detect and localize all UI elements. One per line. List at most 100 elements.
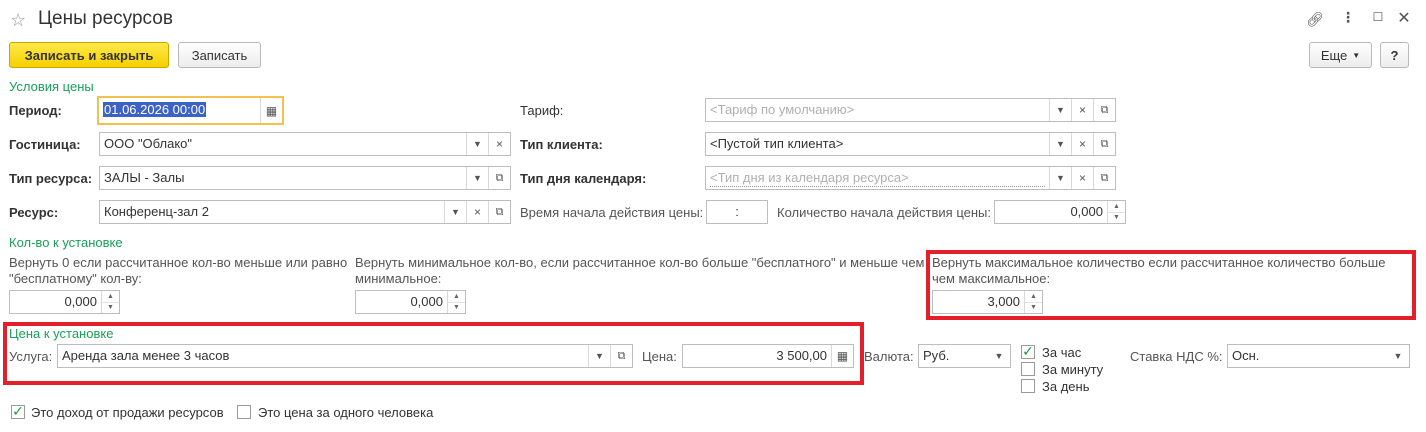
spin-up-icon[interactable]: ▲ bbox=[1025, 291, 1042, 302]
period-label: Период: bbox=[9, 103, 62, 118]
hotel-value: ООО "Облако" bbox=[104, 136, 193, 151]
resource-dropdown-icon[interactable]: ▼ bbox=[444, 201, 466, 223]
spin-down-icon[interactable]: ▼ bbox=[448, 301, 465, 314]
currency-dropdown-icon[interactable]: ▼ bbox=[988, 345, 1010, 367]
per-minute-label: За минуту bbox=[1042, 362, 1104, 377]
resource-clear-icon[interactable]: × bbox=[466, 201, 488, 223]
resource-type-field[interactable]: ЗАЛЫ - Залы ▼ ⧉ bbox=[99, 166, 511, 190]
page-title: Цены ресурсов bbox=[38, 8, 173, 29]
client-type-label: Тип клиента: bbox=[520, 137, 603, 152]
max-qty-spinner[interactable]: ▲ ▼ bbox=[1024, 291, 1042, 313]
currency-field[interactable]: Руб. ▼ bbox=[918, 344, 1011, 368]
service-dropdown-icon[interactable]: ▼ bbox=[588, 345, 610, 367]
calendar-day-type-label: Тип дня календаря: bbox=[520, 171, 647, 186]
zero-qty-spinner[interactable]: ▲ ▼ bbox=[101, 291, 119, 313]
resource-label: Ресурс: bbox=[9, 205, 59, 220]
service-label: Услуга: bbox=[9, 349, 53, 364]
currency-value: Руб. bbox=[923, 348, 950, 363]
start-qty-spinner[interactable]: ▲ ▼ bbox=[1107, 201, 1125, 223]
resource-type-label: Тип ресурса: bbox=[9, 171, 93, 186]
period-field[interactable]: 01.06.2026 00:00 ▦ bbox=[97, 96, 284, 125]
client-type-value: <Пустой тип клиента> bbox=[710, 136, 844, 151]
hotel-field[interactable]: ООО "Облако" ▼ × bbox=[99, 132, 511, 156]
spin-down-icon[interactable]: ▼ bbox=[1025, 301, 1042, 314]
more-button[interactable]: Еще ▼ bbox=[1309, 42, 1372, 68]
close-icon[interactable]: ✕ bbox=[1396, 8, 1412, 28]
favorite-star-icon[interactable]: ☆ bbox=[10, 10, 26, 31]
start-qty-value: 0,000 bbox=[1070, 204, 1103, 219]
link-icon[interactable]: 🔗︎ bbox=[1306, 11, 1324, 28]
save-and-close-label: Записать и закрыть bbox=[24, 47, 154, 63]
per-person-checkbox[interactable] bbox=[237, 405, 251, 419]
client-type-open-icon[interactable]: ⧉ bbox=[1093, 133, 1115, 155]
client-type-field[interactable]: <Пустой тип клиента> ▼ × ⧉ bbox=[705, 132, 1116, 156]
resource-value: Конференц-зал 2 bbox=[104, 204, 209, 219]
spin-down-icon[interactable]: ▼ bbox=[102, 301, 119, 314]
start-qty-field[interactable]: 0,000 ▲ ▼ bbox=[994, 200, 1126, 224]
tariff-open-icon[interactable]: ⧉ bbox=[1093, 99, 1115, 121]
checkmark-icon: ✓ bbox=[12, 402, 24, 419]
per-day-checkbox[interactable] bbox=[1021, 379, 1035, 393]
spin-up-icon[interactable]: ▲ bbox=[1108, 201, 1125, 212]
per-person-label: Это цена за одного человека bbox=[258, 405, 434, 420]
hotel-dropdown-icon[interactable]: ▼ bbox=[466, 133, 488, 155]
client-type-clear-icon[interactable]: × bbox=[1071, 133, 1093, 155]
calendar-day-type-dropdown-icon[interactable]: ▼ bbox=[1049, 167, 1071, 189]
spin-up-icon[interactable]: ▲ bbox=[102, 291, 119, 302]
min-qty-label: Вернуть минимальное кол-во, если рассчит… bbox=[355, 255, 925, 286]
per-minute-checkbox[interactable] bbox=[1021, 362, 1035, 376]
tariff-dropdown-icon[interactable]: ▼ bbox=[1049, 99, 1071, 121]
currency-label: Валюта: bbox=[864, 349, 914, 364]
tariff-clear-icon[interactable]: × bbox=[1071, 99, 1093, 121]
price-label: Цена: bbox=[642, 349, 677, 364]
calendar-day-type-placeholder: <Тип дня из календаря ресурса> bbox=[710, 170, 1045, 187]
zero-qty-field[interactable]: 0,000 ▲ ▼ bbox=[9, 290, 120, 314]
hotel-clear-icon[interactable]: × bbox=[488, 133, 510, 155]
resource-income-label: Это доход от продажи ресурсов bbox=[31, 405, 224, 420]
max-qty-value: 3,000 bbox=[987, 294, 1020, 309]
per-day-label: За день bbox=[1042, 379, 1090, 394]
maximize-icon[interactable]: ☐ bbox=[1370, 10, 1386, 24]
start-qty-label: Количество начала действия цены: bbox=[777, 205, 991, 220]
chevron-down-icon: ▼ bbox=[1352, 50, 1361, 60]
service-field[interactable]: Аренда зала менее 3 часов ▼ ⧉ bbox=[57, 344, 633, 368]
resource-field[interactable]: Конференц-зал 2 ▼ × ⧉ bbox=[99, 200, 511, 224]
save-button[interactable]: Записать bbox=[178, 42, 261, 68]
calendar-day-type-field[interactable]: <Тип дня из календаря ресурса> ▼ × ⧉ bbox=[705, 166, 1116, 190]
spin-down-icon[interactable]: ▼ bbox=[1108, 211, 1125, 224]
client-type-dropdown-icon[interactable]: ▼ bbox=[1049, 133, 1071, 155]
help-button[interactable]: ? bbox=[1380, 42, 1409, 68]
start-time-field[interactable]: : bbox=[706, 200, 768, 224]
hotel-label: Гостиница: bbox=[9, 137, 81, 152]
spin-up-icon[interactable]: ▲ bbox=[448, 291, 465, 302]
price-setup-group-title: Цена к установке bbox=[9, 326, 114, 341]
resource-income-checkbox[interactable]: ✓ bbox=[11, 402, 25, 419]
vat-dropdown-icon[interactable]: ▼ bbox=[1387, 345, 1409, 367]
price-field[interactable]: 3 500,00 ▦ bbox=[682, 344, 854, 368]
resource-type-value: ЗАЛЫ - Залы bbox=[104, 170, 185, 185]
per-hour-label: За час bbox=[1042, 345, 1082, 360]
max-qty-label: Вернуть максимальное количество если рас… bbox=[932, 255, 1386, 286]
more-menu-icon[interactable]: ⋮ bbox=[1340, 9, 1356, 26]
resource-type-open-icon[interactable]: ⧉ bbox=[488, 167, 510, 189]
calculator-icon[interactable]: ▦ bbox=[831, 345, 853, 367]
tariff-field[interactable]: <Тариф по умолчанию> ▼ × ⧉ bbox=[705, 98, 1116, 122]
service-open-icon[interactable]: ⧉ bbox=[610, 345, 632, 367]
zero-qty-label: Вернуть 0 если рассчитанное кол-во меньш… bbox=[9, 255, 348, 286]
calendar-icon[interactable]: ▦ bbox=[260, 98, 282, 123]
resource-type-dropdown-icon[interactable]: ▼ bbox=[466, 167, 488, 189]
per-hour-checkbox[interactable]: ✓ bbox=[1021, 344, 1035, 359]
service-value: Аренда зала менее 3 часов bbox=[62, 348, 230, 363]
more-label: Еще bbox=[1320, 47, 1348, 63]
min-qty-field[interactable]: 0,000 ▲ ▼ bbox=[355, 290, 466, 314]
calendar-day-type-clear-icon[interactable]: × bbox=[1071, 167, 1093, 189]
calendar-day-type-open-icon[interactable]: ⧉ bbox=[1093, 167, 1115, 189]
vat-value: Осн. bbox=[1232, 348, 1260, 363]
vat-field[interactable]: Осн. ▼ bbox=[1227, 344, 1410, 368]
resource-open-icon[interactable]: ⧉ bbox=[488, 201, 510, 223]
tariff-label: Тариф: bbox=[520, 103, 564, 118]
start-time-label: Время начала действия цены: bbox=[520, 205, 704, 220]
min-qty-spinner[interactable]: ▲ ▼ bbox=[447, 291, 465, 313]
max-qty-field[interactable]: 3,000 ▲ ▼ bbox=[932, 290, 1043, 314]
save-and-close-button[interactable]: Записать и закрыть bbox=[9, 42, 169, 68]
